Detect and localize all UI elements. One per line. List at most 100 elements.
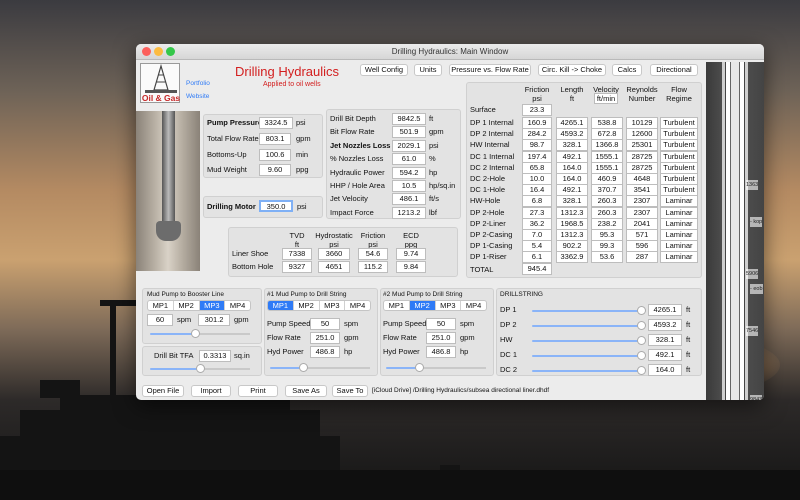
flow-regime-value: Turbulent [660, 139, 698, 152]
surface-label: Surface [470, 105, 496, 114]
drillstring-label: DC 2 [500, 365, 518, 374]
segment-mp3[interactable]: MP3 [320, 301, 346, 310]
drillstring-slider[interactable] [532, 366, 646, 375]
pressure-vs-flow-button[interactable]: Pressure vs. Flow Rate [449, 64, 531, 76]
drillstring-unit: ft [686, 365, 691, 374]
slider-knob[interactable] [196, 364, 205, 373]
portfolio-link[interactable]: Portfolio [186, 79, 210, 89]
segment-mp2[interactable]: MP2 [409, 301, 436, 310]
slider-knob[interactable] [636, 366, 646, 375]
length-value: 1968.5 [556, 217, 588, 230]
bit-tfa-label: Drill Bit TFA [154, 351, 194, 360]
segment-mp1[interactable]: MP1 [148, 301, 174, 310]
ecd-tvd-value: 9327 [282, 261, 312, 273]
flow-regime-header: Flow Regime [666, 85, 692, 103]
drillstring-slider[interactable] [532, 351, 646, 360]
bit-jetvel-label: Jet Velocity [330, 194, 368, 204]
flow-regime-value: Laminar [660, 251, 698, 264]
drillstring-label: DC 1 [500, 350, 518, 359]
mp2-flow-unit: gpm [460, 333, 475, 342]
booster-pump-selector[interactable]: MP1 MP2 MP3 MP4 [147, 300, 251, 311]
drilling-motor-input[interactable]: 350.0 [259, 200, 293, 212]
pump-pressure-value: 3324.5 [259, 117, 293, 129]
segment-mp2[interactable]: MP2 [294, 301, 320, 310]
slider-knob[interactable] [636, 321, 646, 330]
bit-impact-value: 1213.2 [392, 206, 426, 219]
calcs-button[interactable]: Calcs [612, 64, 642, 76]
bit-jet_loss-label: Jet Nozzles Loss [330, 140, 391, 150]
mp1-flow-unit: gpm [344, 333, 359, 342]
segment-mp4[interactable]: MP4 [461, 301, 486, 310]
friction-row-label: DP 2-Casing [470, 230, 513, 239]
mud-pump-1-slider[interactable] [270, 363, 370, 372]
minimize-icon[interactable] [154, 47, 163, 56]
friction-value: 7.0 [522, 229, 552, 241]
segment-mp3[interactable]: MP3 [436, 301, 462, 310]
mud-weight-unit: ppg [296, 165, 309, 174]
app-subtitle: Applied to oil wells [263, 81, 321, 88]
bit-flow-value: 501.9 [392, 126, 426, 139]
friction-row-label: DC 2 Internal [470, 162, 515, 172]
zoom-icon[interactable] [166, 47, 175, 56]
ecd-friction-value: 54.6 [358, 248, 388, 260]
title-bar[interactable]: Drilling Hydraulics: Main Window [136, 44, 764, 60]
slider-knob[interactable] [191, 329, 200, 338]
velocity-value: 460.9 [591, 173, 623, 185]
bit-pct_loss-value: 61.0 [392, 153, 426, 166]
drillstring-label: DP 1 [500, 305, 517, 314]
bit-tfa-value: 0.3313 [199, 350, 231, 362]
reynolds-value: 2307 [626, 206, 658, 219]
ecd-ecd-header: ECD ppg [403, 231, 419, 249]
drillstring-value: 328.1 [648, 334, 682, 346]
booster-slider[interactable] [150, 329, 250, 338]
mud-pump-1-selector[interactable]: MP1 MP2 MP3 MP4 [267, 300, 371, 311]
drillstring-slider[interactable] [532, 306, 646, 315]
mud-weight-label: Mud Weight [207, 165, 247, 174]
slider-knob[interactable] [299, 363, 308, 372]
drillstring-slider[interactable] [532, 321, 646, 330]
ecd-ecd-value: 9.74 [396, 248, 426, 260]
length-value: 902.2 [556, 240, 588, 253]
bit-tfa-slider[interactable] [150, 364, 250, 373]
units-button[interactable]: Units [414, 64, 442, 76]
bit-hhp-label: HHP / Hole Area [330, 181, 385, 190]
directional-button[interactable]: Directional [650, 64, 698, 76]
circ-kill-choke-button[interactable]: Circ. Kill -> Choke [538, 64, 606, 76]
ecd-tvd-value: 7338 [282, 248, 312, 260]
print-button[interactable]: Print [238, 385, 278, 397]
slider-knob[interactable] [415, 363, 424, 372]
segment-mp3[interactable]: MP3 [199, 301, 226, 310]
drillstring-slider[interactable] [532, 336, 646, 345]
slider-knob[interactable] [636, 306, 646, 315]
mud-pump-2-selector[interactable]: MP1 MP2 MP3 MP4 [383, 300, 487, 311]
segment-mp1[interactable]: MP1 [384, 301, 410, 310]
ecd-tvd-header: TVD ft [289, 231, 305, 249]
segment-mp1[interactable]: MP1 [268, 301, 294, 310]
drillstring-value: 4593.2 [648, 319, 682, 331]
drilling-motor-unit: psi [297, 202, 307, 211]
flow-regime-value: Turbulent [660, 173, 698, 185]
ecd-row-label: Liner Shoe [232, 249, 269, 258]
flow-regime-value: Turbulent [660, 150, 698, 163]
mud-pump-2-slider[interactable] [386, 363, 486, 372]
segment-mp4[interactable]: MP4 [345, 301, 370, 310]
website-link[interactable]: Website [186, 92, 209, 102]
length-value: 1312.3 [556, 229, 588, 241]
open-file-button[interactable]: Open File [142, 385, 184, 397]
friction-row-label: DP 2-Liner [470, 218, 506, 228]
well-config-button[interactable]: Well Config [360, 64, 408, 76]
save-to-button[interactable]: Save To [332, 385, 368, 397]
bit-flow-unit: gpm [429, 127, 444, 137]
reynolds-value: 3541 [626, 184, 658, 197]
mud-weight-value: 9.60 [259, 164, 291, 176]
save-as-button[interactable]: Save As [285, 385, 327, 397]
segment-mp2[interactable]: MP2 [174, 301, 200, 310]
slider-knob[interactable] [636, 351, 646, 360]
import-button[interactable]: Import [191, 385, 231, 397]
close-icon[interactable] [142, 47, 151, 56]
slider-knob[interactable] [636, 336, 646, 345]
reynolds-value: 2307 [626, 195, 658, 208]
ecd-ecd-value: 9.84 [396, 261, 426, 273]
booster-title: Mud Pump to Booster Line [147, 291, 224, 298]
segment-mp4[interactable]: MP4 [225, 301, 250, 310]
